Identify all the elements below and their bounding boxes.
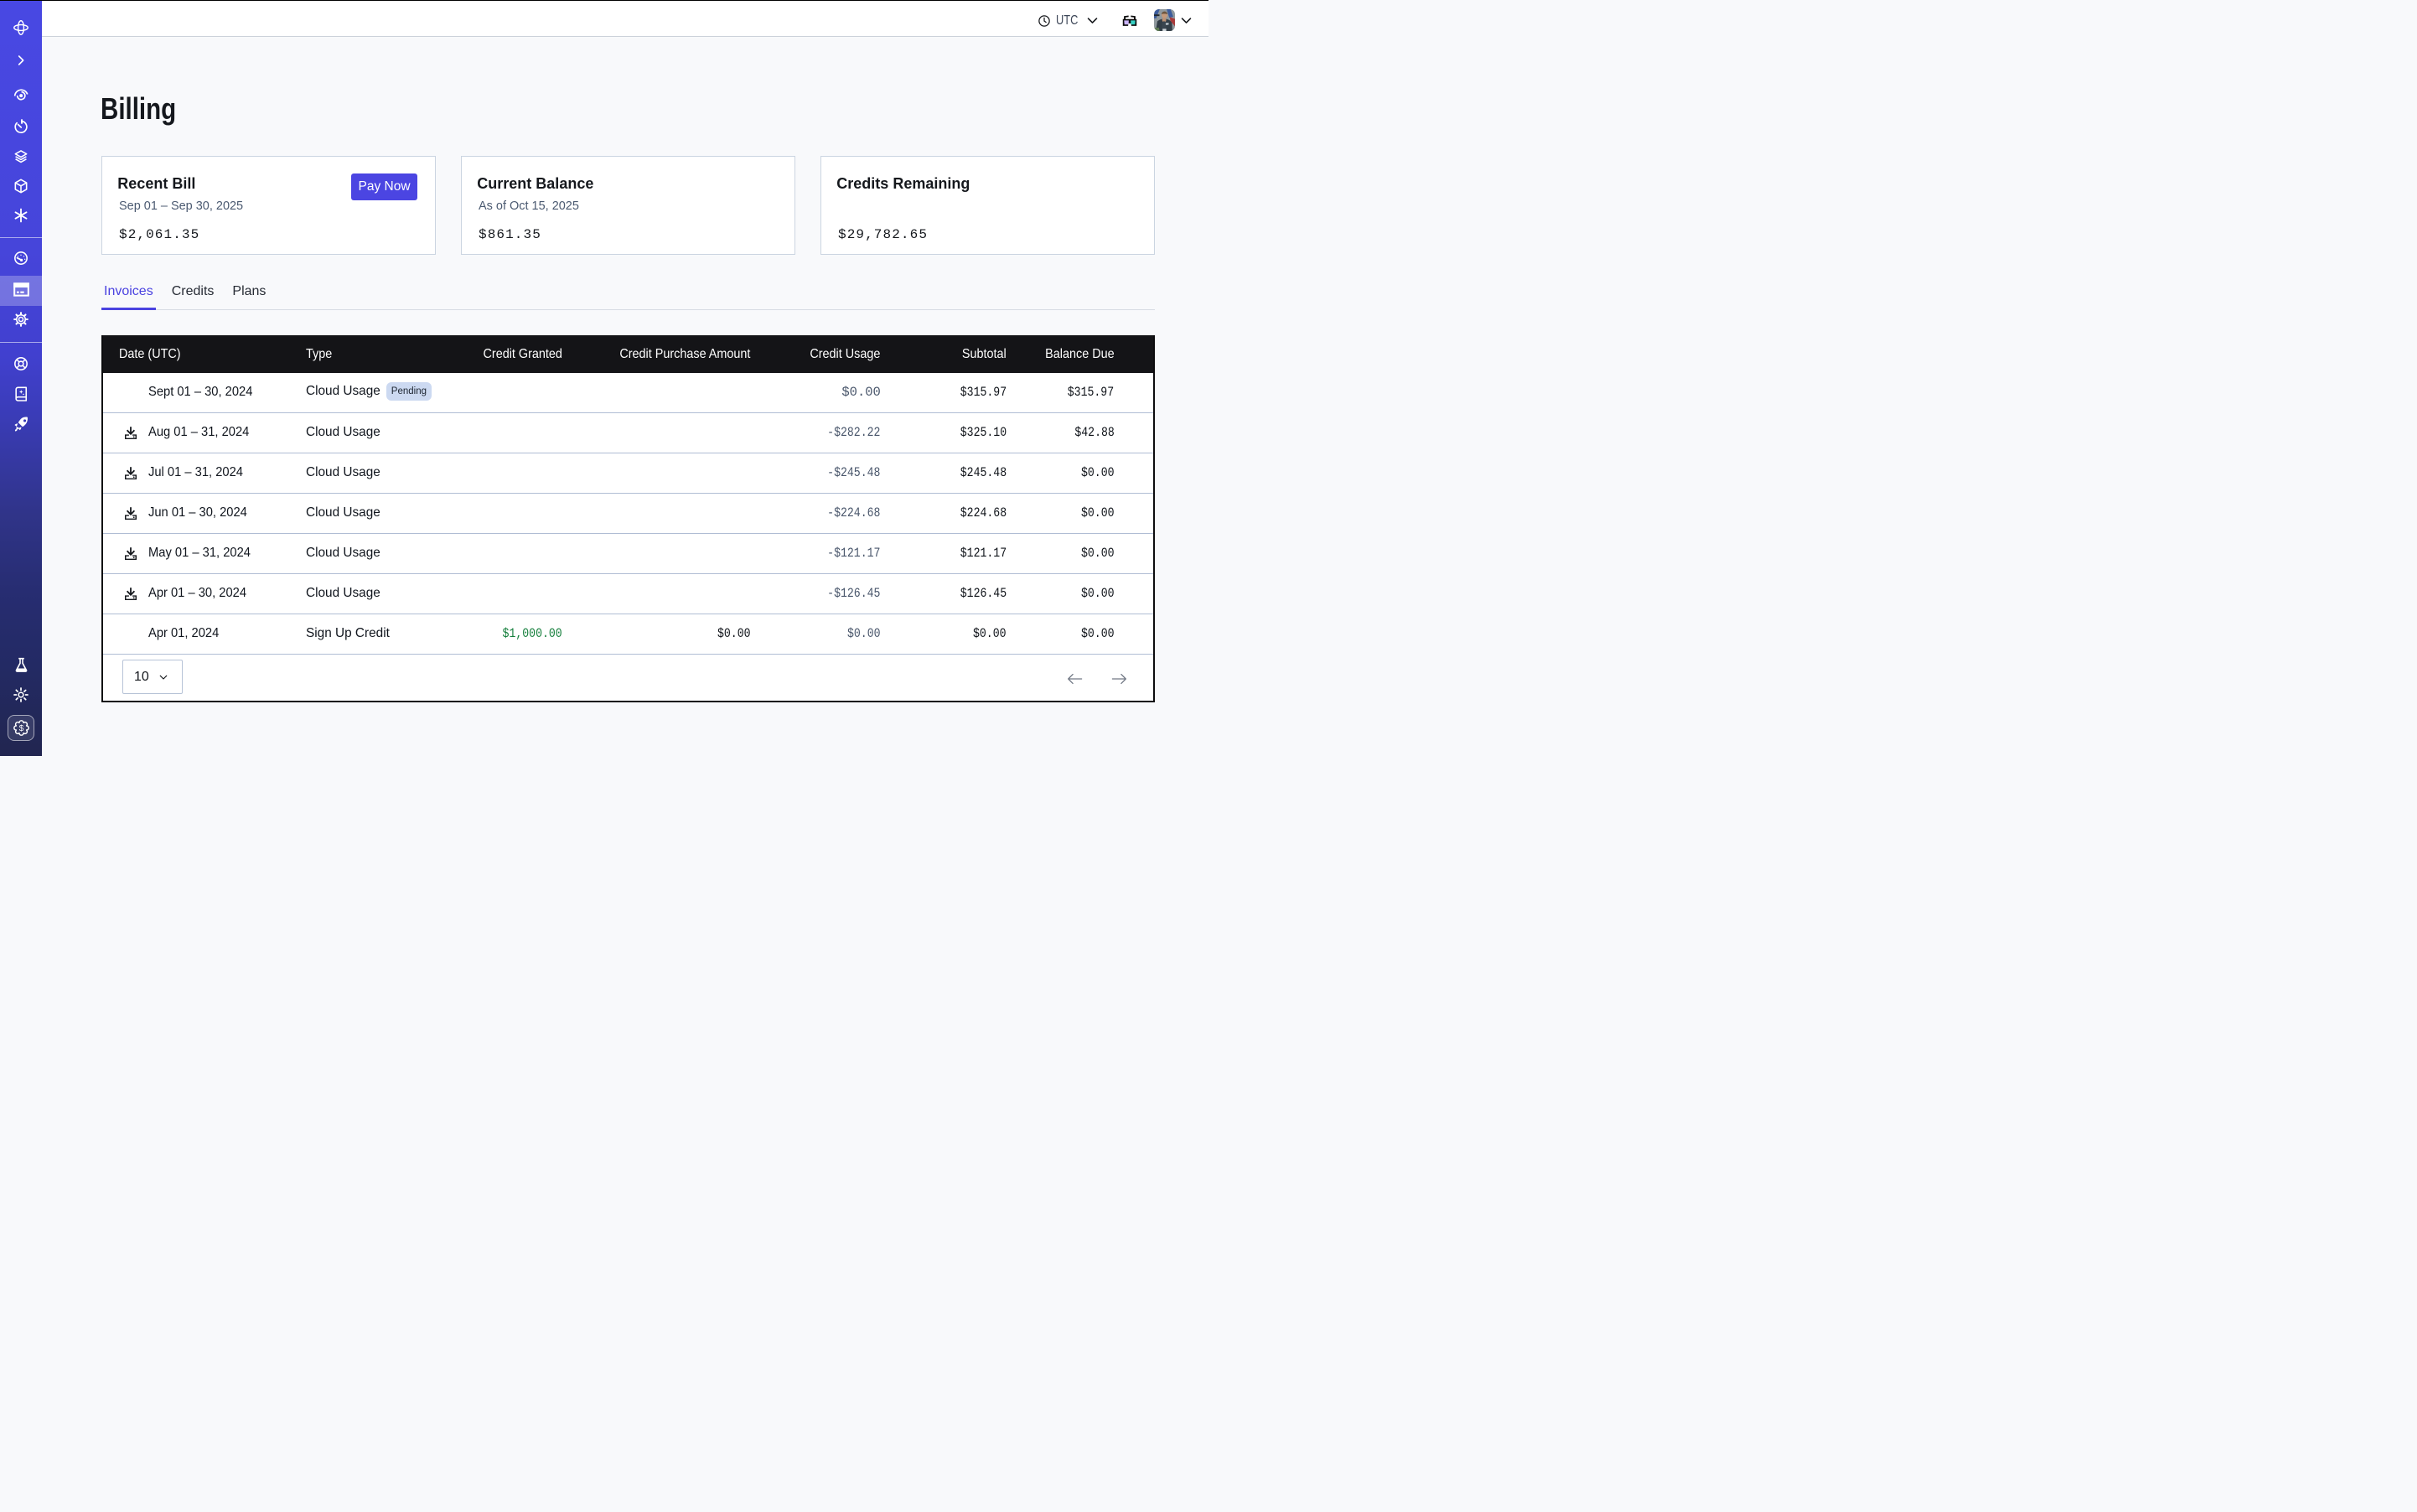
svg-text:$: $ [18,724,23,733]
